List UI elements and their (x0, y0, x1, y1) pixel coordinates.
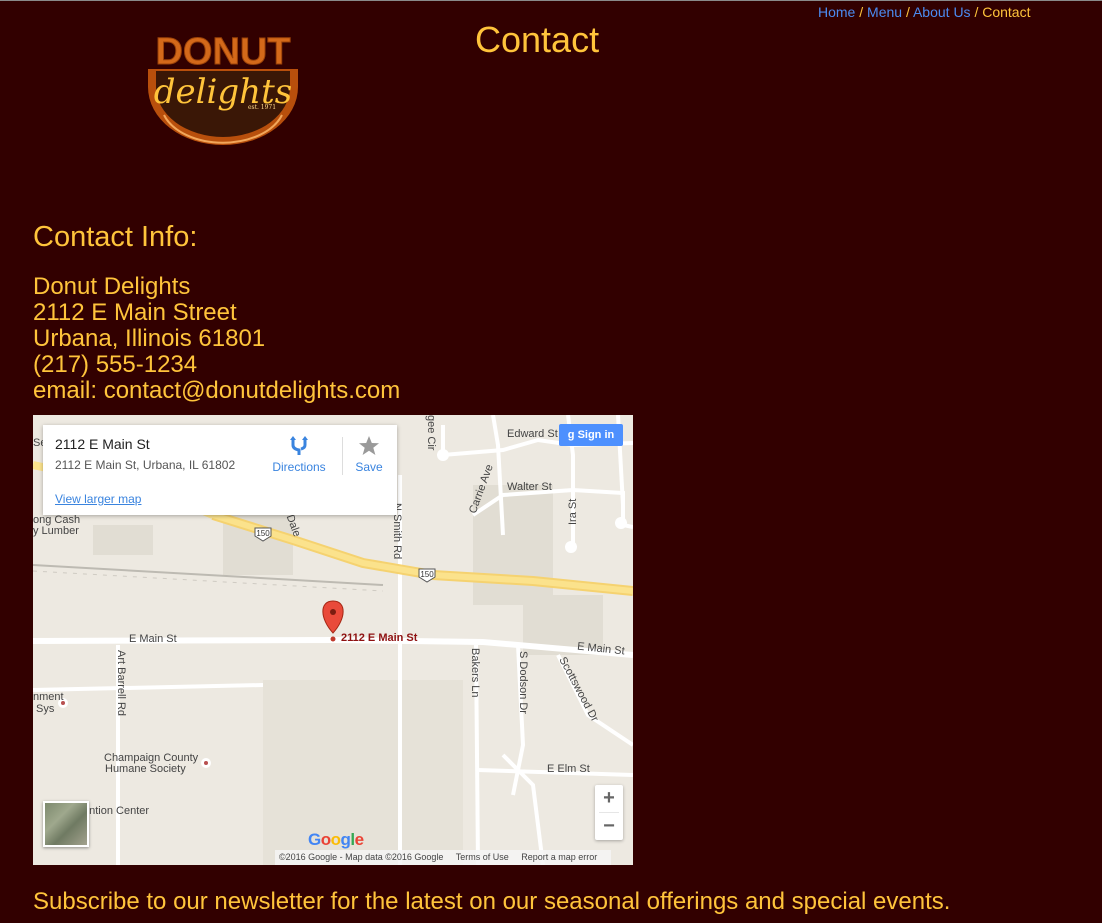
terms-link[interactable]: Terms of Use (456, 852, 509, 862)
city-state-zip: Urbana, Illinois 61801 (33, 325, 266, 352)
svg-text:est. 1971: est. 1971 (248, 104, 276, 111)
place-address: 2112 E Main St, Urbana, IL 61802 (55, 458, 236, 472)
map-info-card: 2112 E Main St 2112 E Main St, Urbana, I… (43, 425, 397, 515)
attribution-text: ©2016 Google - Map data ©2016 Google (279, 852, 444, 862)
breadcrumb: Home / Menu / About Us / Contact (818, 4, 1030, 20)
save-label: Save (355, 460, 383, 474)
nav-about-link[interactable]: About Us (913, 4, 971, 20)
street-address: 2112 E Main Street (33, 299, 237, 326)
email-address: email: contact@donutdelights.com (33, 377, 401, 404)
map-street-label: Art Barrell Rd (115, 650, 127, 717)
contact-heading: Contact Info: (33, 221, 198, 253)
zoom-controls: + − (595, 785, 623, 840)
nav-home-link[interactable]: Home (818, 4, 855, 20)
svg-text:DONUT: DONUT (155, 31, 290, 73)
map-poi-label: ention Center (83, 805, 150, 817)
report-error-link[interactable]: Report a map error (521, 852, 597, 862)
map-poi-label: y Lumber (33, 525, 79, 537)
highway-shield-label: 150 (420, 570, 434, 579)
map-street-label: Bakers Ln (469, 648, 481, 698)
card-divider (342, 437, 343, 475)
directions-button[interactable]: Directions (271, 435, 327, 474)
directions-icon (290, 436, 308, 455)
google-logo: Google (308, 830, 364, 849)
star-icon (359, 436, 379, 455)
sign-in-button[interactable]: g Sign in (559, 424, 623, 446)
save-button[interactable]: Save (353, 435, 385, 474)
page-title: Contact (475, 19, 600, 60)
place-name: 2112 E Main St (55, 436, 150, 452)
highway-shield-label: 150 (256, 529, 270, 538)
newsletter-text: Subscribe to our newsletter for the late… (33, 888, 951, 915)
map-poi-label: nment (33, 691, 64, 703)
zoom-in-button[interactable]: + (595, 785, 623, 812)
nav-menu-link[interactable]: Menu (867, 4, 902, 20)
map-street-label: Walter St (507, 481, 552, 493)
sign-in-label: Sign in (577, 429, 615, 441)
map-street-label: Ira St (567, 498, 579, 525)
view-larger-map-link[interactable]: View larger map (55, 492, 141, 506)
phone-number: (217) 555-1234 (33, 351, 198, 378)
nav-current-contact: Contact (982, 4, 1031, 20)
google-g-icon: g (567, 429, 575, 441)
breadcrumb-separator: / (905, 4, 910, 20)
donut-delights-logo[interactable]: DONUT delights est. 1971 (144, 27, 302, 147)
map-poi-label: Sys (36, 703, 55, 715)
satellite-toggle-button[interactable] (43, 801, 89, 847)
map-poi-label: Humane Society (105, 763, 186, 775)
zoom-out-button[interactable]: − (595, 813, 623, 840)
directions-label: Directions (272, 460, 326, 474)
breadcrumb-separator: / (974, 4, 979, 20)
embedded-map[interactable]: 150 150 Edward St Walter St Carrie Ave I… (33, 415, 633, 865)
contact-info: Donut Delights 2112 E Main Street Urbana… (33, 274, 400, 404)
map-street-label: E Elm St (547, 763, 590, 775)
map-street-label: gee Cir (425, 415, 437, 451)
map-street-label: E Main St (129, 633, 177, 645)
business-name: Donut Delights (33, 273, 191, 300)
breadcrumb-separator: / (859, 4, 864, 20)
map-street-label: Edward St (507, 428, 558, 440)
pin-label: 2112 E Main St (341, 632, 418, 644)
map-attribution: ©2016 Google - Map data ©2016 Google Ter… (275, 850, 612, 865)
map-street-label: S Dodson Dr (517, 651, 529, 714)
